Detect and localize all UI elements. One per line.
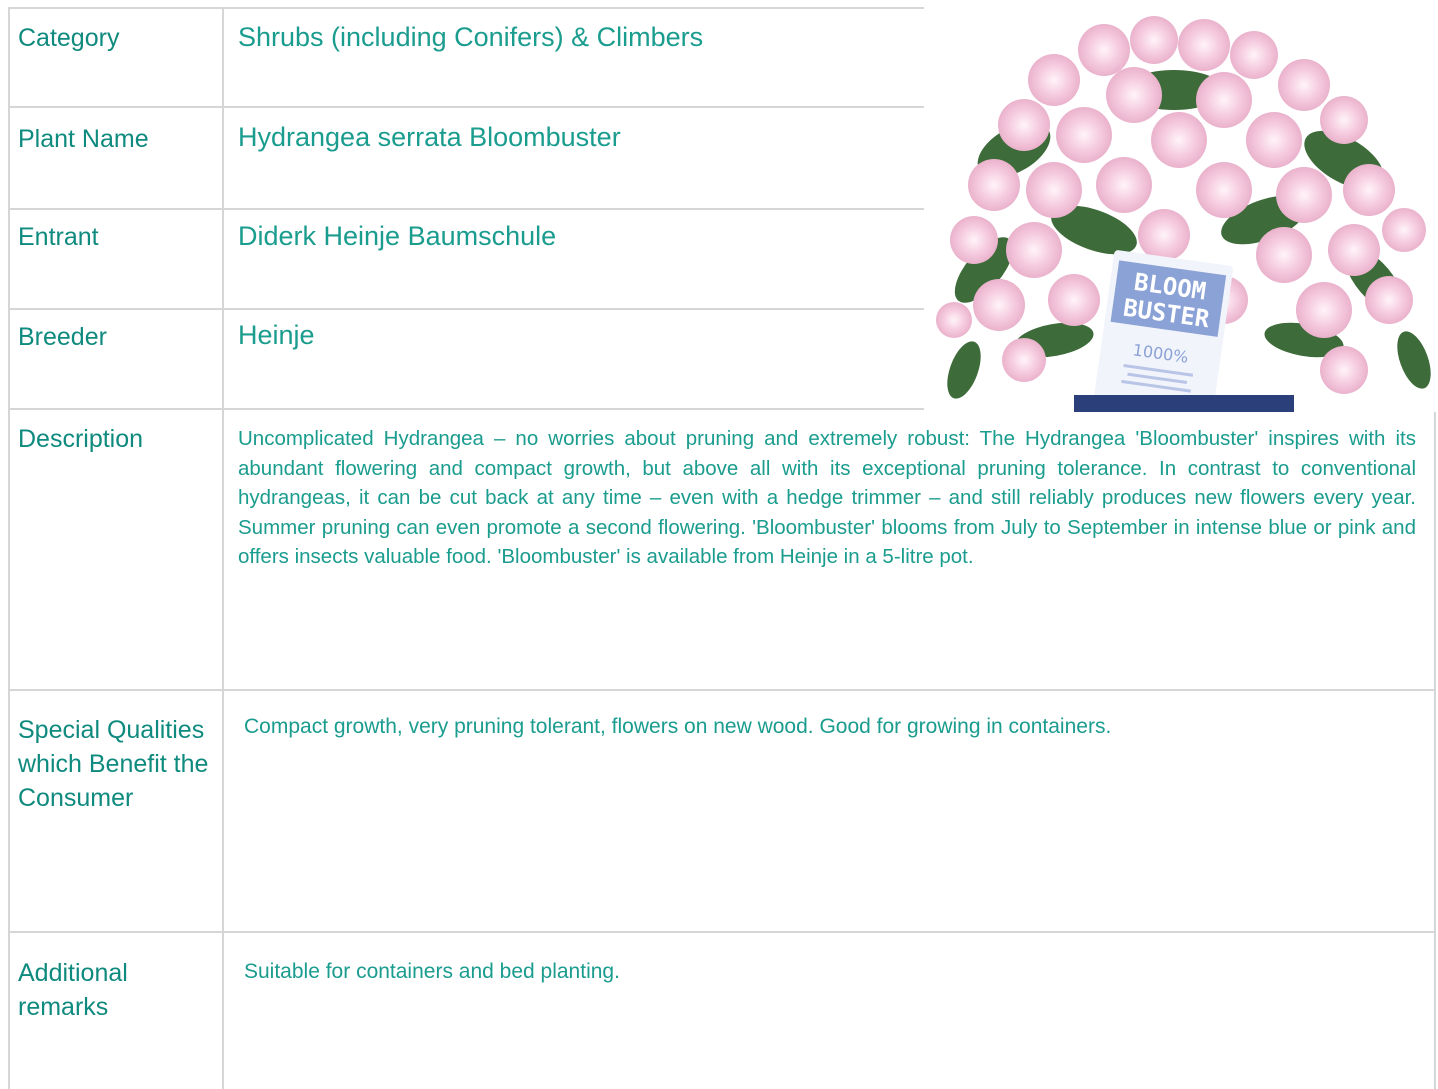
column-divider bbox=[222, 7, 224, 1089]
description-label: Description bbox=[18, 425, 144, 453]
hydrangea-image: BLOOM BUSTER 1000% bbox=[936, 16, 1431, 412]
special-qualities-label: Special Qualities which Benefit the Cons… bbox=[18, 716, 209, 812]
special-qualities-text: Compact growth, very pruning tolerant, f… bbox=[244, 715, 1112, 738]
plant-name-value: Hydrangea serrata Bloombuster bbox=[238, 122, 621, 152]
row-divider bbox=[8, 208, 924, 210]
plant-name-label: Plant Name bbox=[18, 125, 149, 153]
column-divider bbox=[8, 7, 10, 1089]
category-label: Category bbox=[18, 24, 120, 52]
breeder-label: Breeder bbox=[18, 323, 107, 351]
additional-remarks-label: Additional remarks bbox=[18, 959, 128, 1021]
product-tag: BLOOM BUSTER 1000% bbox=[1092, 250, 1233, 412]
plant-photo: BLOOM BUSTER 1000% bbox=[924, 0, 1438, 412]
entrant-value: Diderk Heinje Baumschule bbox=[238, 221, 557, 251]
plant-entry-table: Category Plant Name Entrant Breeder Desc… bbox=[0, 0, 1438, 1089]
column-divider bbox=[1434, 408, 1436, 1089]
description-text: Uncomplicated Hydrangea – no worries abo… bbox=[238, 427, 1416, 568]
category-value: Shrubs (including Conifers) & Climbers bbox=[238, 22, 704, 52]
breeder-value: Heinje bbox=[238, 320, 315, 350]
row-divider bbox=[8, 7, 924, 9]
row-divider bbox=[8, 106, 924, 108]
row-divider bbox=[8, 308, 924, 310]
entrant-label: Entrant bbox=[18, 223, 99, 251]
additional-remarks-text: Suitable for containers and bed planting… bbox=[244, 960, 620, 983]
